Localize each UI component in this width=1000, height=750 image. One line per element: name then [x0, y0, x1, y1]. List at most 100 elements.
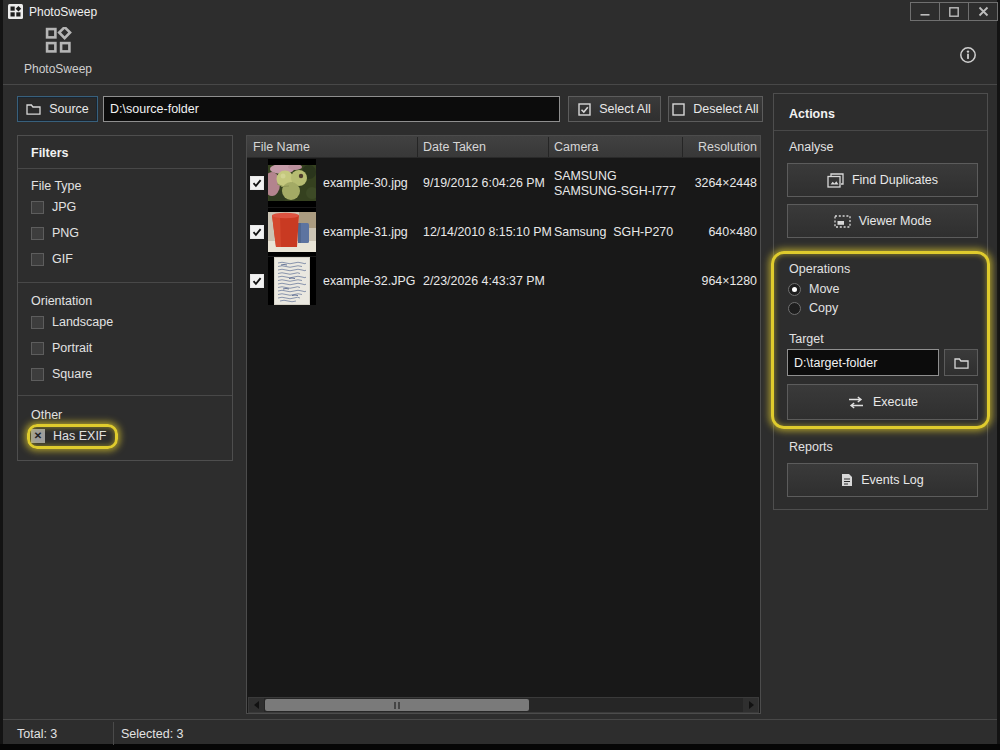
- actions-title: Actions: [789, 107, 835, 121]
- column-camera[interactable]: Camera: [554, 136, 598, 158]
- row-checkbox[interactable]: [250, 225, 264, 239]
- deselect-all-label: Deselect All: [693, 102, 758, 116]
- browse-target-button[interactable]: [944, 349, 978, 376]
- table-header: File Name Date Taken Camera Resolution: [247, 136, 760, 158]
- column-divider: [417, 137, 418, 157]
- reports-label: Reports: [789, 440, 833, 454]
- resolution: 640×480: [627, 225, 757, 239]
- scroll-right-arrow[interactable]: [743, 698, 758, 712]
- maximize-button[interactable]: [939, 3, 968, 20]
- move-radio[interactable]: [788, 283, 801, 296]
- statusbar-divider: [3, 719, 997, 720]
- status-total: Total: 3: [17, 727, 57, 741]
- execute-button[interactable]: Execute: [787, 384, 978, 420]
- filter-has-exif[interactable]: ✕Has EXIF: [31, 429, 107, 443]
- column-file-name[interactable]: File Name: [253, 136, 310, 158]
- window-title: PhotoSweep: [29, 5, 97, 19]
- horizontal-scrollbar[interactable]: [248, 697, 759, 713]
- thumbnail-handwritten-note-photo: [268, 257, 316, 305]
- copy-radio[interactable]: [788, 302, 801, 315]
- file-name: example-30.jpg: [323, 176, 408, 190]
- file-name: example-32.JPG: [323, 274, 415, 288]
- filter-section-other: Other: [31, 408, 62, 422]
- source-button-label: Source: [49, 102, 89, 116]
- window-border-bottom: [0, 744, 1000, 750]
- scrollbar-thumb[interactable]: [265, 699, 529, 711]
- filter-portrait[interactable]: Portrait: [31, 341, 92, 355]
- source-button[interactable]: Source: [17, 96, 98, 122]
- actions-divider: [774, 130, 987, 131]
- viewer-mode-button[interactable]: Viewer Mode: [787, 204, 978, 238]
- copy-option[interactable]: Copy: [788, 301, 838, 315]
- filter-square[interactable]: Square: [31, 367, 92, 381]
- info-icon[interactable]: [959, 46, 977, 68]
- table-row[interactable]: example-30.jpg 9/19/2012 6:04:26 PM SAMS…: [247, 159, 760, 208]
- app-name-label: PhotoSweep: [18, 62, 98, 76]
- target-path-input[interactable]: [787, 349, 939, 376]
- checked-checkbox-icon: [578, 103, 591, 116]
- app-logo-block: PhotoSweep: [18, 27, 98, 76]
- column-date-taken[interactable]: Date Taken: [423, 136, 486, 158]
- viewer-mode-label: Viewer Mode: [859, 214, 932, 228]
- filter-gif[interactable]: GIF: [31, 252, 73, 266]
- thumbnail-red-cup-photo: [268, 208, 316, 256]
- has-exif-checkbox[interactable]: ✕: [31, 429, 45, 443]
- select-all-button[interactable]: Select All: [568, 96, 661, 122]
- square-checkbox[interactable]: [31, 368, 44, 381]
- filters-panel: Filters File Type JPG PNG GIF Orientatio…: [17, 135, 233, 461]
- table-row[interactable]: example-32.JPG 2/23/2026 4:43:37 PM 964×…: [247, 257, 760, 306]
- table-row[interactable]: example-31.jpg 12/14/2010 8:15:10 PM Sam…: [247, 208, 760, 257]
- png-checkbox[interactable]: [31, 227, 44, 240]
- empty-checkbox-icon: [672, 103, 685, 116]
- resolution: 964×1280: [627, 274, 757, 288]
- resolution: 3264×2448: [627, 176, 757, 190]
- transfer-arrows-icon: [847, 396, 865, 409]
- thumbnail-fruits-photo: [268, 159, 316, 207]
- filter-section-file-type: File Type: [31, 179, 82, 193]
- app-titlebar-icon: [8, 4, 23, 19]
- column-resolution[interactable]: Resolution: [627, 136, 757, 158]
- row-checkbox[interactable]: [250, 176, 264, 190]
- filters-divider-1: [18, 168, 232, 169]
- find-duplicates-label: Find Duplicates: [852, 173, 938, 187]
- minimize-button[interactable]: [911, 3, 939, 20]
- move-option[interactable]: Move: [788, 282, 840, 296]
- filter-landscape[interactable]: Landscape: [31, 315, 113, 329]
- actions-panel: Actions Analyse Find Duplicates Viewer M…: [773, 93, 988, 510]
- analyse-label: Analyse: [789, 140, 833, 154]
- filter-section-orientation: Orientation: [31, 294, 92, 308]
- filter-png[interactable]: PNG: [31, 226, 79, 240]
- operations-label: Operations: [789, 262, 850, 276]
- window-controls: [910, 2, 998, 21]
- portrait-checkbox[interactable]: [31, 342, 44, 355]
- column-divider: [682, 137, 683, 157]
- filters-divider-2: [18, 282, 232, 283]
- window-border-left: [0, 0, 3, 750]
- landscape-checkbox[interactable]: [31, 316, 44, 329]
- status-separator: [113, 722, 114, 745]
- filter-jpg[interactable]: JPG: [31, 200, 76, 214]
- header-divider: [3, 84, 997, 85]
- scroll-left-arrow[interactable]: [249, 698, 264, 712]
- select-all-label: Select All: [599, 102, 650, 116]
- gif-checkbox[interactable]: [31, 253, 44, 266]
- filters-divider-3: [18, 395, 232, 396]
- filters-title: Filters: [31, 146, 69, 160]
- close-button[interactable]: [968, 3, 997, 20]
- folder-icon: [954, 357, 969, 369]
- file-table: File Name Date Taken Camera Resolution e…: [246, 135, 761, 714]
- photosweep-logo-icon: [45, 27, 72, 54]
- events-log-label: Events Log: [861, 473, 924, 487]
- find-duplicates-button[interactable]: Find Duplicates: [787, 163, 978, 197]
- target-label: Target: [789, 332, 824, 346]
- row-checkbox[interactable]: [250, 274, 264, 288]
- status-selected: Selected: 3: [121, 727, 184, 741]
- photosweep-window: PhotoSweep PhotoSweep Source Select All …: [0, 0, 1000, 750]
- events-log-button[interactable]: Events Log: [787, 463, 978, 497]
- jpg-checkbox[interactable]: [31, 201, 44, 214]
- deselect-all-button[interactable]: Deselect All: [668, 96, 763, 122]
- folder-icon: [26, 103, 41, 115]
- column-divider: [548, 137, 549, 157]
- source-path-input[interactable]: [103, 96, 560, 122]
- file-name: example-31.jpg: [323, 225, 408, 239]
